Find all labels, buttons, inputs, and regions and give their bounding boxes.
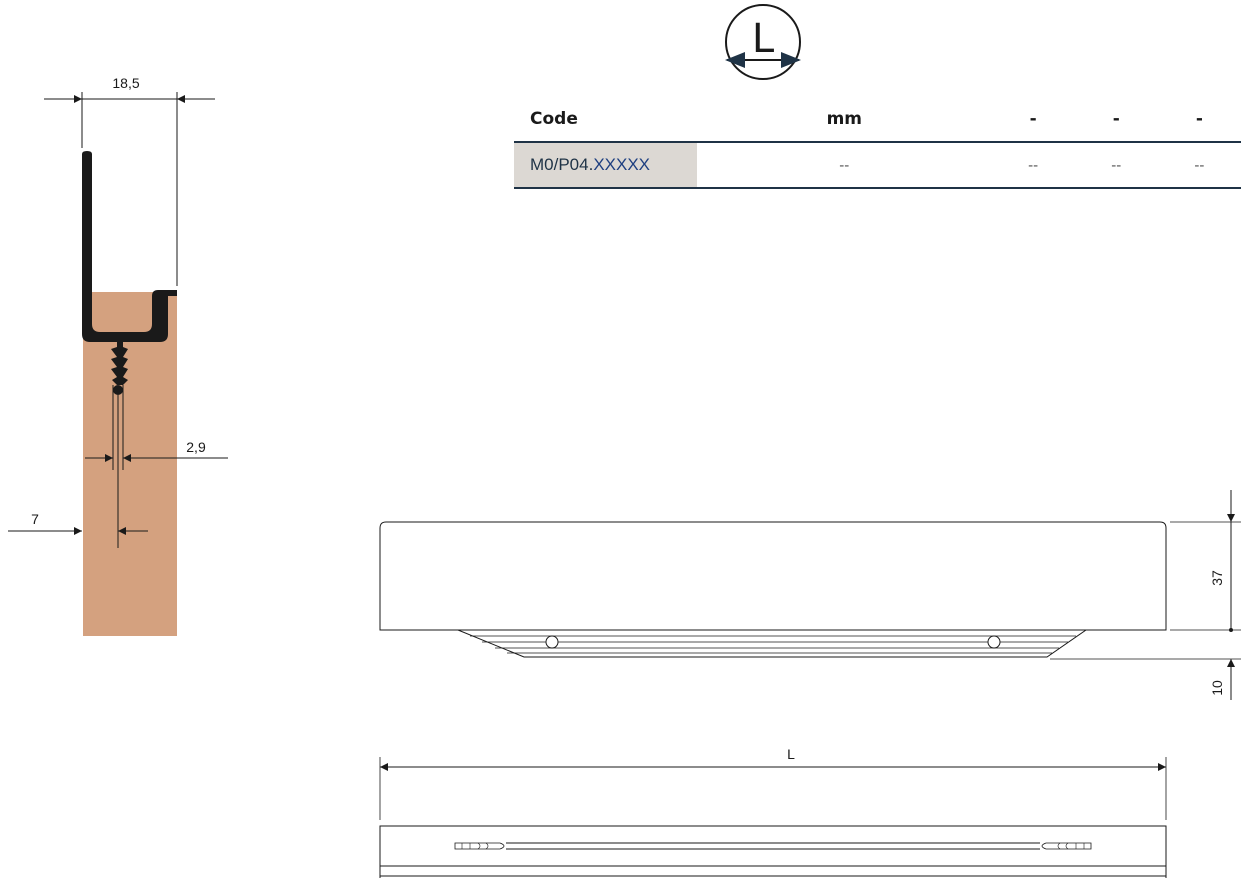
value-cell: -- [991, 142, 1075, 189]
length-symbol-icon: L [725, 4, 801, 80]
fixing-hole [987, 635, 1001, 649]
top-view: L [379, 746, 1167, 878]
front-view: 37 10 [379, 490, 1241, 700]
dim-offset-label: 7 [31, 511, 39, 527]
slot-end-left [454, 842, 505, 850]
spec-table: Code mm - - - M0/P04.XXXXX -- -- -- -- [514, 97, 1241, 189]
handle-front-body [379, 521, 1167, 631]
col-header-code: Code [514, 97, 697, 143]
barb-tip [113, 385, 123, 395]
length-symbol-letter: L [752, 16, 775, 62]
value-cell: -- [1074, 142, 1158, 189]
dim-length-label: L [787, 746, 795, 762]
col-header-dash: - [1074, 97, 1158, 143]
dim-lip-label: 10 [1209, 680, 1225, 696]
dim-screw-label: 2,9 [186, 439, 206, 455]
slot-end-right [1041, 842, 1092, 850]
col-header-mm: mm [697, 97, 992, 143]
value-cell: -- [1157, 142, 1241, 189]
product-code-cell: M0/P04.XXXXX [514, 142, 697, 189]
dim-width-label: 18,5 [112, 75, 139, 91]
col-header-dash: - [1157, 97, 1241, 143]
fixing-hole [545, 635, 559, 649]
value-cell: -- [697, 142, 992, 189]
wood-panel [83, 292, 177, 636]
code-prefix: M0/P04. [530, 155, 594, 174]
table-row: M0/P04.XXXXX -- -- -- -- [514, 142, 1241, 189]
col-header-dash: - [991, 97, 1075, 143]
profile-section: 18,5 2,9 7 [8, 75, 228, 636]
dim-height-label: 37 [1209, 570, 1225, 586]
code-suffix: XXXXX [593, 155, 651, 174]
spec-table-header: Code mm - - - [514, 97, 1241, 143]
